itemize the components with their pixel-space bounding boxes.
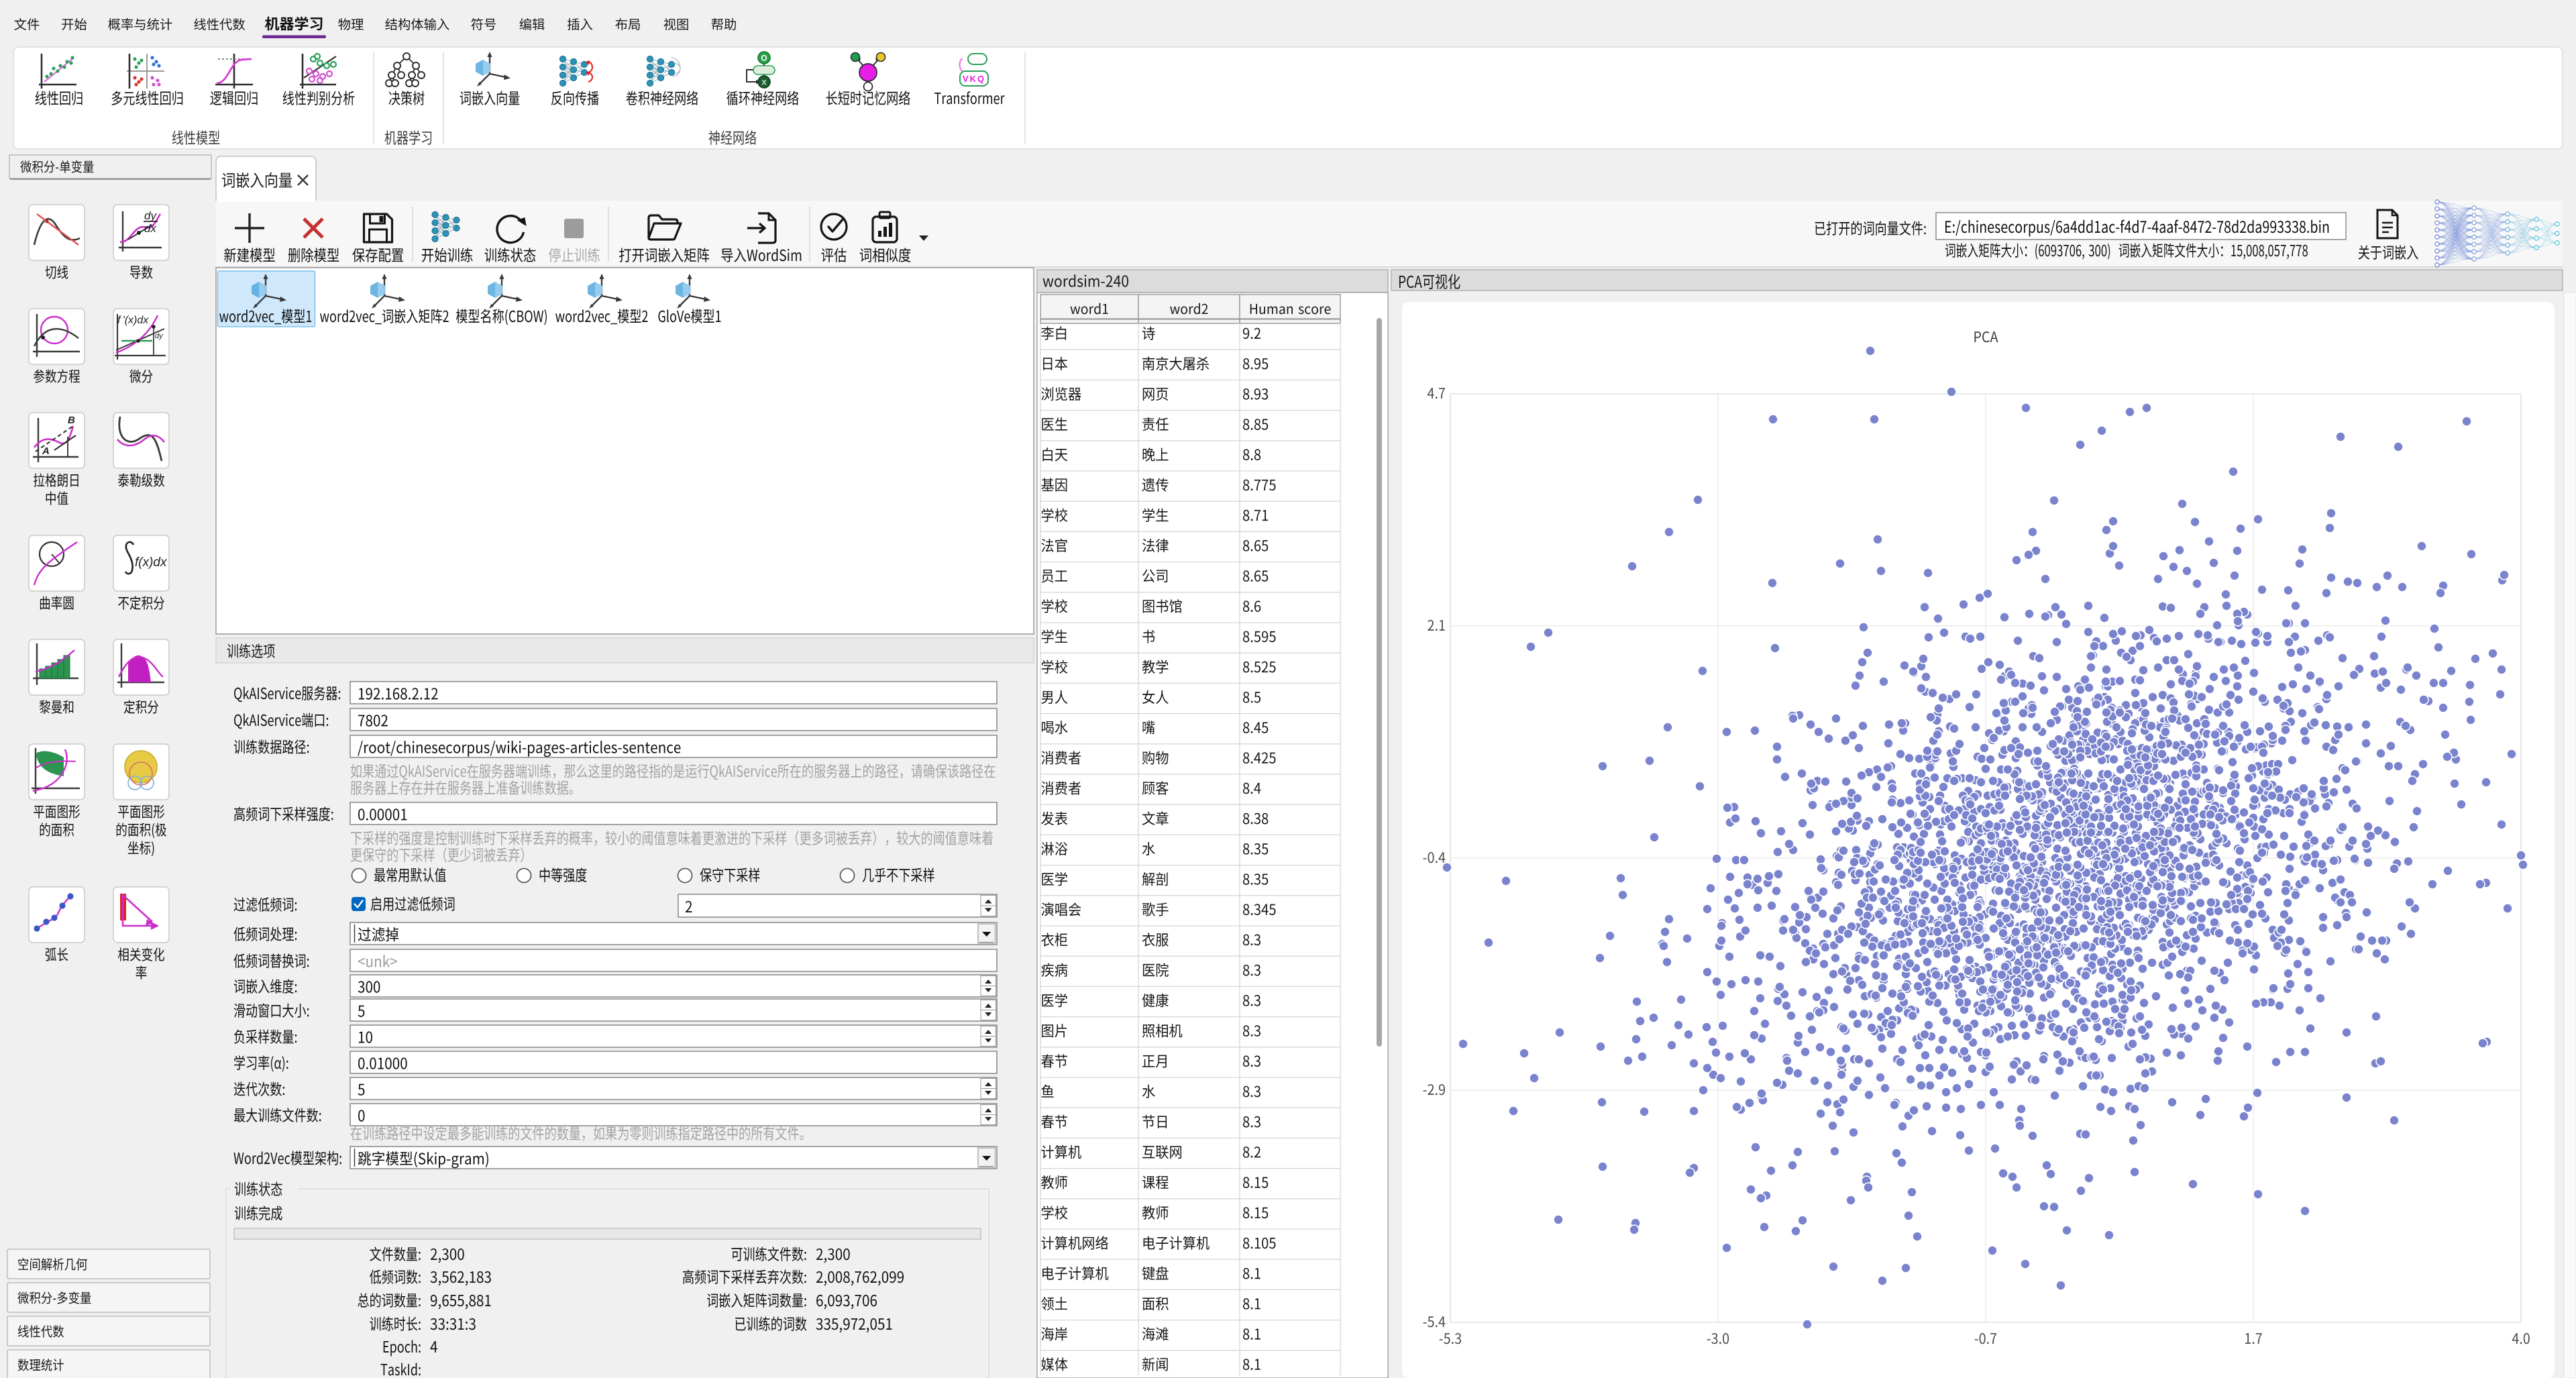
svg-text:B: B	[68, 415, 75, 426]
svg-text:X: X	[761, 79, 767, 87]
svg-text:f(x)dx: f(x)dx	[135, 555, 168, 570]
svg-text:VKQ: VKQ	[963, 74, 985, 84]
svg-text:O: O	[761, 54, 767, 63]
svg-text:A: A	[42, 445, 50, 457]
svg-text:f '(x)dx: f '(x)dx	[117, 315, 149, 326]
svg-text:dy: dy	[144, 209, 157, 222]
svg-text:dy: dy	[155, 332, 164, 340]
svg-text:dx: dx	[144, 222, 156, 235]
